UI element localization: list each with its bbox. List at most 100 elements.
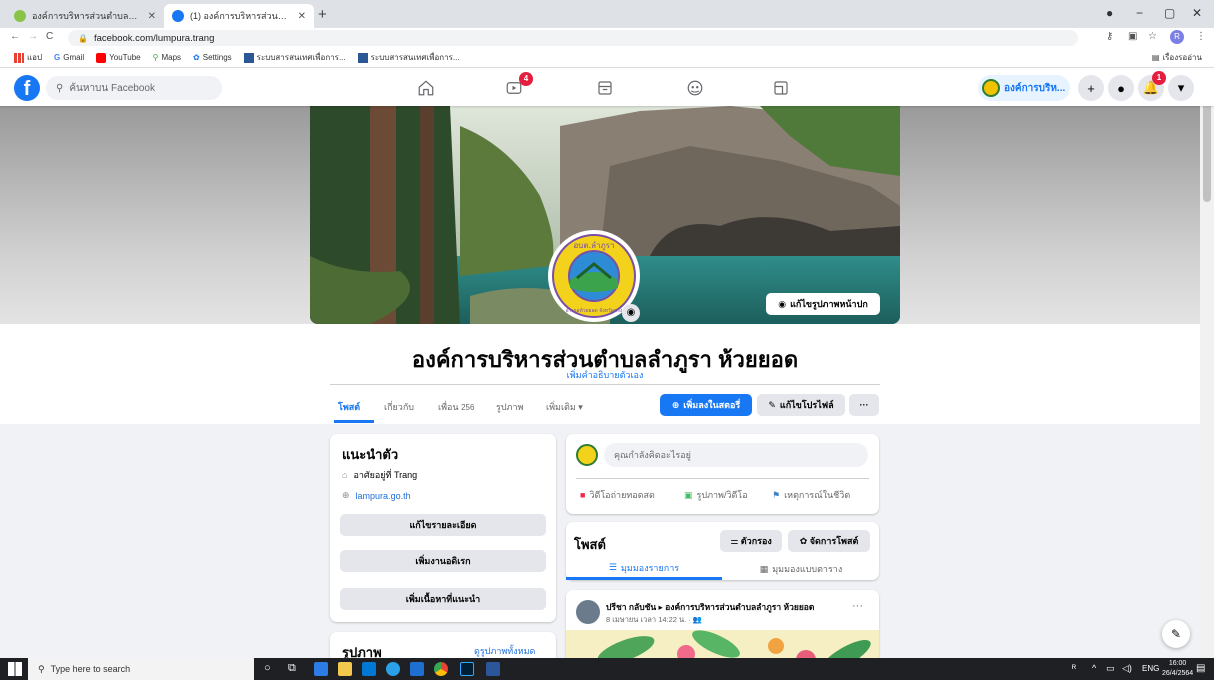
edge-icon[interactable] — [386, 662, 400, 676]
clock-date: 26/4/2564 — [1162, 670, 1194, 677]
edit-details-button[interactable]: แก้ไขรายละเอียด — [340, 514, 546, 536]
reload-icon[interactable]: C — [46, 31, 53, 42]
new-tab-icon[interactable]: + — [318, 6, 327, 23]
action-center-icon[interactable]: ▤ — [1196, 663, 1205, 674]
photoshop-icon[interactable] — [460, 662, 474, 676]
clock[interactable]: 16:00 26/4/2564 — [1162, 659, 1193, 679]
create-icon[interactable]: + — [1078, 75, 1104, 101]
language-indicator[interactable]: ENG — [1142, 664, 1159, 673]
translate-icon[interactable]: ▣ — [1128, 31, 1137, 42]
life-event-button[interactable]: ⚑ เหตุการณ์ในชีวิต — [772, 488, 850, 502]
account-avatar[interactable]: R — [1170, 30, 1184, 44]
account-menu-chevron-icon[interactable]: ▾ — [1168, 75, 1194, 101]
back-icon[interactable]: ← — [10, 31, 20, 42]
post-image[interactable] — [566, 630, 879, 658]
key-icon[interactable]: ⚷ — [1106, 31, 1113, 42]
window-close-icon[interactable]: ✕ — [1192, 6, 1202, 20]
live-video-button[interactable]: ■ วิดีโอถ่ายทอดสด — [580, 488, 655, 502]
post-time[interactable]: 8 เมษายน เวลา 14:22 น. · — [606, 615, 693, 624]
search-icon: ⚲ — [38, 663, 45, 674]
divider — [330, 384, 880, 385]
marketplace-icon[interactable] — [590, 76, 620, 100]
add-featured-button[interactable]: เพิ่มเนื้อหาที่แนะนำ — [340, 588, 546, 610]
camera-icon[interactable]: ◉ — [622, 304, 640, 322]
notifications-bell-icon[interactable]: 🔔 1 — [1138, 71, 1166, 101]
cortana-icon[interactable]: ○ — [264, 662, 271, 674]
add-to-story-button[interactable]: ⊕ เพิ่มลงในสตอรี่ — [660, 394, 752, 416]
bookmark-maps[interactable]: ⚲ Maps — [153, 53, 181, 62]
profile-circle-icon[interactable]: ● — [1106, 6, 1113, 20]
bell-badge: 1 — [1152, 71, 1166, 85]
taskbar-search-input[interactable]: ⚲ Type here to search — [28, 658, 254, 680]
page-profile-picture[interactable]: อบต.ลำภูรา อำเภอห้วยยอด จังหวัดตรัง ◉ — [548, 230, 640, 322]
video-camera-icon: ■ — [580, 490, 586, 500]
scrollbar[interactable] — [1200, 70, 1214, 658]
see-all-photos-link[interactable]: ดูรูปภาพทั้งหมด — [474, 644, 535, 658]
add-hobbies-button[interactable]: เพิ่มงานอดิเรก — [340, 550, 546, 572]
tab-friends[interactable]: เพื่อน 256 — [438, 400, 474, 414]
edit-profile-button[interactable]: ✎ แก้ไขโปรไฟล์ — [757, 394, 845, 416]
reading-list[interactable]: ▤ เรื่องรออ่าน — [1152, 51, 1202, 64]
app-icon[interactable] — [314, 662, 328, 676]
file-explorer-icon[interactable] — [338, 662, 352, 676]
maximize-icon[interactable]: ▢ — [1164, 6, 1175, 20]
chrome-icon[interactable] — [434, 662, 448, 676]
home-icon[interactable] — [411, 76, 441, 100]
tray-chevron-icon[interactable]: ^ — [1092, 663, 1096, 673]
photos-card: รูปภาพ ดูรูปภาพทั้งหมด — [330, 632, 556, 658]
author-avatar[interactable] — [576, 600, 600, 624]
store-icon[interactable] — [362, 662, 376, 676]
bookmark-gmail[interactable]: G Gmail — [54, 53, 84, 62]
browser-tab-1[interactable]: องค์การบริหารส่วนตำบลลำภูรา 199 ... ✕ — [6, 4, 164, 28]
bookmarks-bar: แอป G Gmail YouTube ⚲ Maps ✿ Settings ระบบส… — [0, 48, 1214, 68]
close-icon[interactable]: ✕ — [142, 11, 156, 22]
filter-button[interactable]: ⚌ ตัวกรอง — [720, 530, 782, 552]
tab-posts[interactable]: โพสต์ — [338, 400, 360, 414]
cover-photo[interactable]: อบต.ลำภูรา อำเภอห้วยยอด จังหวัดตรัง ◉ ◉ … — [310, 106, 900, 324]
bookmark-info-system-2[interactable]: ระบบสารสนเทศเพื่อการ... — [357, 51, 460, 64]
more-options-button[interactable]: ··· — [849, 394, 879, 416]
volume-icon[interactable]: ◁) — [1122, 663, 1132, 674]
url-input[interactable]: 🔒 facebook.com/lumpura.trang — [68, 30, 1078, 46]
star-icon[interactable]: ☆ — [1148, 31, 1157, 42]
bookmark-apps[interactable]: แอป — [14, 51, 42, 64]
bookmark-settings[interactable]: ✿ Settings — [193, 53, 232, 62]
mail-icon[interactable] — [410, 662, 424, 676]
tab-about[interactable]: เกี่ยวกับ — [384, 400, 414, 414]
new-message-button[interactable]: ✎ — [1162, 620, 1190, 648]
composer-input[interactable]: คุณกำลังคิดอะไรอยู่ — [604, 443, 868, 467]
groups-icon[interactable] — [680, 76, 710, 100]
tab-photos[interactable]: รูปภาพ — [496, 400, 523, 414]
windows-start-icon[interactable] — [8, 662, 22, 676]
search-input[interactable]: ⚲ ค้นหาบน Facebook — [46, 76, 222, 100]
intro-heading: แนะนำตัว — [342, 447, 399, 462]
browser-tab-2[interactable]: (1) องค์การบริหารส่วนตำบลลำภูรา ห้... ✕ — [164, 4, 314, 28]
watch-icon[interactable]: 4 — [499, 72, 533, 100]
post-options-icon[interactable]: ··· — [852, 600, 863, 612]
photo-video-button[interactable]: ▣ รูปภาพ/วิดีโอ — [684, 488, 748, 502]
facebook-logo[interactable]: f — [14, 75, 40, 101]
manage-posts-button[interactable]: ✿ จัดการโพสต์ — [788, 530, 870, 552]
site-icon — [243, 52, 254, 63]
bookmark-info-system-1[interactable]: ระบบสารสนเทศเพื่อการ... — [243, 51, 346, 64]
grid-view-tab[interactable]: ▦ มุมมองแบบตาราง — [723, 558, 879, 580]
minimize-icon[interactable]: − — [1136, 6, 1143, 20]
bookmark-youtube[interactable]: YouTube — [96, 52, 141, 63]
tab-more[interactable]: เพิ่มเติม ▾ — [546, 400, 583, 414]
edit-cover-button[interactable]: ◉ แก้ไขรูปภาพหน้าปก — [766, 293, 880, 315]
add-bio-link[interactable]: เพิ่มคำอธิบายตัวเอง — [310, 368, 900, 382]
profile-chip[interactable]: องค์การบริห... — [978, 75, 1070, 101]
gaming-icon[interactable] — [766, 76, 796, 100]
forward-icon[interactable]: → — [28, 31, 38, 42]
task-view-icon[interactable]: ⧉ — [288, 662, 296, 675]
word-icon[interactable] — [486, 662, 500, 676]
website-link[interactable]: lampura.go.th — [356, 491, 411, 501]
close-icon[interactable]: ✕ — [292, 11, 306, 22]
network-icon[interactable]: ▭ — [1106, 663, 1115, 674]
post-author[interactable]: ปรีชา กลับชัน ▸ องค์การบริหารส่วนตำบลลำภ… — [606, 600, 846, 614]
list-view-tab[interactable]: ☰ มุมมองรายการ — [566, 558, 722, 580]
messenger-icon[interactable]: ● — [1108, 75, 1134, 101]
people-icon[interactable]: ᴿ — [1072, 663, 1076, 673]
maps-pin-icon: ⚲ — [152, 53, 159, 62]
menu-dots-icon[interactable]: ⋮ — [1196, 31, 1206, 42]
